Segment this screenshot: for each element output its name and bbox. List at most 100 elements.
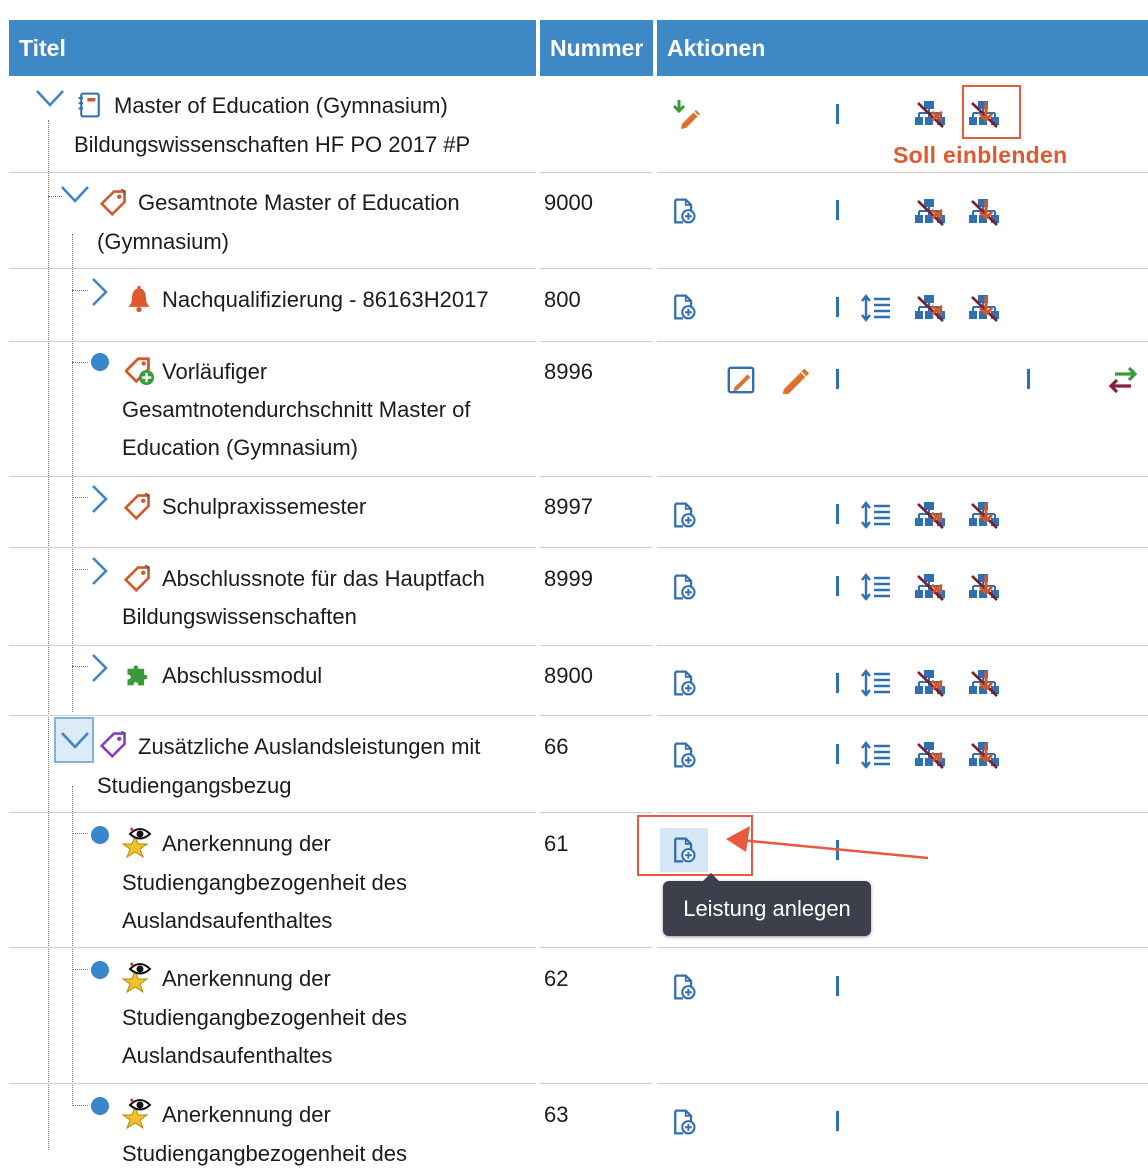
chevron-down-icon[interactable] bbox=[59, 724, 91, 756]
column-header-nummer-label: Nummer bbox=[550, 34, 644, 61]
separator-bar bbox=[836, 744, 839, 764]
hide-structure-icon[interactable] bbox=[914, 196, 946, 228]
row-title-line: Auslandsaufenthaltes bbox=[122, 908, 333, 933]
tree-guide-branch bbox=[72, 362, 88, 363]
separator-bar bbox=[836, 104, 839, 124]
column-header-titel-label: Titel bbox=[19, 34, 66, 61]
tooltip-text: Leistung anlegen bbox=[683, 895, 851, 921]
separator-bar bbox=[836, 200, 839, 220]
separator-bar bbox=[836, 576, 839, 596]
add-document-icon[interactable] bbox=[670, 196, 698, 226]
separator-bar bbox=[836, 297, 839, 317]
row-number: 9000 bbox=[544, 190, 593, 215]
row-number: 62 bbox=[544, 966, 569, 991]
annotation-highlight-box bbox=[962, 85, 1021, 139]
sort-icon[interactable] bbox=[860, 571, 892, 603]
row-number: 8999 bbox=[544, 566, 593, 591]
tree-guide-line bbox=[48, 120, 49, 1150]
chevron-down-icon[interactable] bbox=[34, 82, 66, 114]
hide-structure-icon[interactable] bbox=[914, 739, 946, 771]
hide-structure-icon[interactable] bbox=[914, 571, 946, 603]
row-title-line: (Gymnasium) bbox=[97, 229, 230, 254]
tag-purple-icon bbox=[100, 730, 128, 758]
star-eye-icon bbox=[122, 826, 154, 858]
tree-guide-branch bbox=[72, 969, 88, 970]
leaf-dot-icon bbox=[91, 353, 109, 371]
tag-icon bbox=[100, 188, 128, 216]
annotation-soll-einblenden: Soll einblenden bbox=[893, 142, 1068, 168]
row-number: 61 bbox=[544, 831, 569, 856]
tree-guide-branch bbox=[72, 1105, 88, 1106]
chevron-right-icon[interactable] bbox=[83, 483, 115, 515]
row-title-line: Gesamtnotendurchschnitt Master of bbox=[122, 397, 471, 422]
tag-plus-icon bbox=[125, 356, 155, 386]
notebook-icon bbox=[76, 90, 104, 120]
separator-bar bbox=[1027, 369, 1030, 389]
column-header-aktionen: Aktionen bbox=[657, 20, 1148, 76]
hide-download-structure-icon[interactable] bbox=[968, 499, 1000, 531]
row-title-line: Education (Gymnasium) bbox=[122, 435, 358, 460]
add-document-icon[interactable] bbox=[670, 500, 698, 530]
annotation-arrow-icon bbox=[726, 826, 929, 860]
sort-icon[interactable] bbox=[860, 292, 892, 324]
row-title-line: Anerkennung der bbox=[162, 966, 331, 991]
row-number: 8997 bbox=[544, 494, 593, 519]
row-title-line: Studiengangsbezug bbox=[97, 773, 292, 798]
row-number: 66 bbox=[544, 734, 569, 759]
separator-bar bbox=[836, 1111, 839, 1131]
sort-icon[interactable] bbox=[860, 667, 892, 699]
sort-icon[interactable] bbox=[860, 739, 892, 771]
tag-icon bbox=[124, 492, 152, 520]
tree-guide-branch bbox=[72, 833, 88, 834]
focused-toggle-box[interactable] bbox=[54, 717, 94, 763]
tree-guide-line bbox=[72, 234, 73, 712]
row-title-line: Auslandsaufenthaltes bbox=[122, 1043, 333, 1068]
separator-bar bbox=[836, 369, 839, 389]
row-title-line: Zusätzliche Auslandsleistungen mit bbox=[138, 734, 481, 759]
row-title-line: Abschlussnote für das Hauptfach bbox=[162, 566, 485, 591]
hide-structure-icon[interactable] bbox=[914, 292, 946, 324]
hide-structure-icon[interactable] bbox=[914, 98, 946, 130]
tooltip: Leistung anlegen bbox=[663, 873, 871, 936]
chevron-right-icon[interactable] bbox=[83, 276, 115, 308]
column-header-aktionen-label: Aktionen bbox=[667, 34, 766, 61]
row-title-line: Studiengangbezogenheit des bbox=[122, 1005, 408, 1030]
chevron-right-icon[interactable] bbox=[83, 652, 115, 684]
hide-download-structure-icon[interactable] bbox=[968, 571, 1000, 603]
chevron-right-icon[interactable] bbox=[83, 555, 115, 587]
column-header-titel[interactable]: Titel bbox=[9, 20, 536, 76]
row-title-line: Nachqualifizierung - 86163H2017 bbox=[162, 287, 489, 312]
row-title-line: Schulpraxissemester bbox=[162, 494, 367, 519]
hide-download-structure-icon[interactable] bbox=[968, 667, 1000, 699]
hide-download-structure-icon[interactable] bbox=[968, 196, 1000, 228]
separator-bar bbox=[836, 504, 839, 524]
add-document-icon[interactable] bbox=[670, 292, 698, 322]
add-document-icon[interactable] bbox=[670, 668, 698, 698]
sort-icon[interactable] bbox=[860, 499, 892, 531]
swap-icon[interactable] bbox=[1106, 364, 1140, 396]
row-title-line: Anerkennung der bbox=[162, 1102, 331, 1127]
hide-download-structure-icon[interactable] bbox=[968, 739, 1000, 771]
add-document-icon[interactable] bbox=[670, 740, 698, 770]
pencil-icon[interactable] bbox=[780, 364, 810, 394]
row-title-line: Master of Education (Gymnasium) bbox=[114, 93, 448, 118]
add-document-icon[interactable] bbox=[670, 1107, 698, 1137]
row-title-line: Vorläufiger bbox=[162, 359, 268, 384]
chevron-down-icon[interactable] bbox=[59, 178, 91, 210]
edit-document-icon[interactable] bbox=[726, 364, 756, 396]
row-title-line: Gesamtnote Master of Education bbox=[138, 190, 460, 215]
hide-structure-icon[interactable] bbox=[914, 499, 946, 531]
row-title-line: Abschlussmodul bbox=[162, 663, 323, 688]
leaf-dot-icon bbox=[91, 826, 109, 844]
tag-icon bbox=[124, 564, 152, 592]
hide-structure-icon[interactable] bbox=[914, 667, 946, 699]
import-edit-icon[interactable] bbox=[670, 98, 702, 130]
separator-bar bbox=[836, 976, 839, 996]
row-number: 63 bbox=[544, 1102, 569, 1127]
separator-bar bbox=[836, 673, 839, 693]
add-document-icon[interactable] bbox=[670, 572, 698, 602]
row-number: 8900 bbox=[544, 663, 593, 688]
hide-download-structure-icon[interactable] bbox=[968, 292, 1000, 324]
add-document-icon[interactable] bbox=[670, 972, 698, 1002]
column-header-nummer[interactable]: Nummer bbox=[540, 20, 653, 76]
